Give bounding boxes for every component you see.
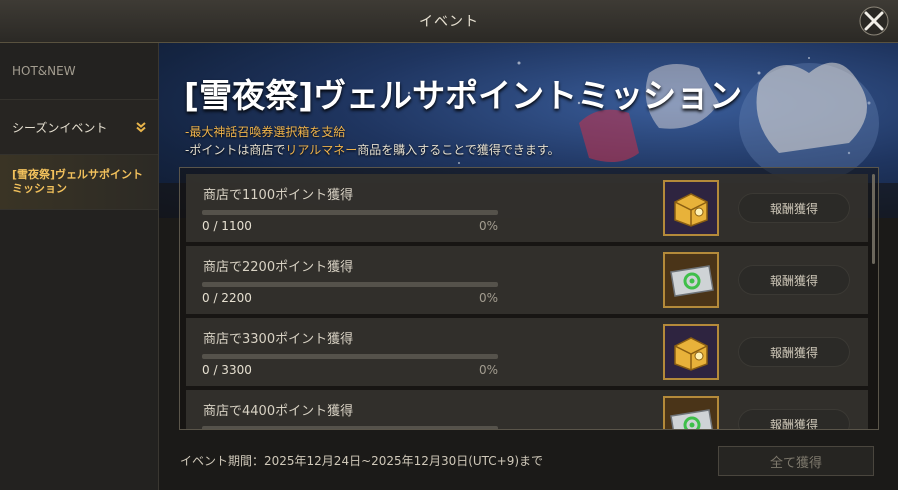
sidebar-category-label: シーズンイベント xyxy=(12,120,108,135)
mission-title: 商店で1100ポイント獲得 xyxy=(203,188,354,203)
mission-row: 商店で2200ポイント獲得 0 / 2200 0% 報酬獲得 xyxy=(186,246,868,314)
mission-title: 商店で4400ポイント獲得 xyxy=(203,404,354,419)
mission-row: 商店で4400ポイント獲得 報酬獲得 xyxy=(186,390,868,429)
progress-percent: 0% xyxy=(478,363,498,377)
mission-list[interactable]: 商店で1100ポイント獲得 0 / 1100 0% 報酬獲得 商店で2200ポイ… xyxy=(179,167,879,430)
progress-count: 0 / 3300 xyxy=(202,363,252,377)
desc-highlight: リアルマネー xyxy=(285,143,358,157)
sidebar-category-season-event[interactable]: シーズンイベント xyxy=(0,100,158,155)
mission-title: 商店で2200ポイント獲得 xyxy=(203,260,354,275)
progress-count: 0 / 2200 xyxy=(202,291,252,305)
claim-reward-button[interactable]: 報酬獲得 xyxy=(738,409,850,429)
sidebar: HOT&NEW シーズンイベント [雪夜祭]ヴェルサポイント ミッション xyxy=(0,43,159,490)
mission-row: 商店で1100ポイント獲得 0 / 1100 0% 報酬獲得 xyxy=(186,174,868,242)
progress-percent: 0% xyxy=(478,219,498,233)
claim-reward-button[interactable]: 報酬獲得 xyxy=(738,193,850,223)
sidebar-header: HOT&NEW xyxy=(0,43,158,100)
sidebar-item-vel-point-mission[interactable]: [雪夜祭]ヴェルサポイント ミッション xyxy=(0,155,158,210)
event-description-points: -ポイントは商店でリアルマネー商品を購入することで獲得できます。 xyxy=(185,141,560,158)
close-icon[interactable] xyxy=(858,5,890,37)
main-panel: [雪夜祭]ヴェルサポイントミッション -最大神話召喚券選択箱を支給 -ポイントは… xyxy=(159,43,898,490)
claim-reward-button[interactable]: 報酬獲得 xyxy=(738,337,850,367)
event-title: [雪夜祭]ヴェルサポイントミッション xyxy=(184,76,743,115)
claim-all-button[interactable]: 全て獲得 xyxy=(718,446,874,476)
chevron-down-icon xyxy=(136,122,146,133)
desc-text: -ポイントは商店で xyxy=(185,143,286,157)
silver-ticket-icon xyxy=(663,252,719,308)
scrollbar[interactable] xyxy=(872,174,875,264)
claim-reward-button[interactable]: 報酬獲得 xyxy=(738,265,850,295)
gold-chest-icon xyxy=(663,324,719,380)
progress-bar xyxy=(202,210,498,215)
sidebar-item-label: [雪夜祭]ヴェルサポイント ミッション xyxy=(12,168,144,195)
progress-percent: 0% xyxy=(478,291,498,305)
gold-chest-icon xyxy=(663,180,719,236)
desc-text: 商品を購入することで獲得できます。 xyxy=(357,143,560,157)
progress-bar xyxy=(202,354,498,359)
event-description-reward: -最大神話召喚券選択箱を支給 xyxy=(185,125,346,139)
title-bar: イベント xyxy=(0,0,898,43)
progress-count: 0 / 1100 xyxy=(202,219,252,233)
window-title: イベント xyxy=(419,14,479,30)
event-period: イベント期間：2025年12月24日~2025年12月30日(UTC+9)まで xyxy=(180,454,544,468)
silver-ticket-icon xyxy=(663,396,719,429)
mission-title: 商店で3300ポイント獲得 xyxy=(203,332,354,347)
progress-bar xyxy=(202,282,498,287)
mission-row: 商店で3300ポイント獲得 0 / 3300 0% 報酬獲得 xyxy=(186,318,868,386)
progress-bar xyxy=(202,426,498,429)
